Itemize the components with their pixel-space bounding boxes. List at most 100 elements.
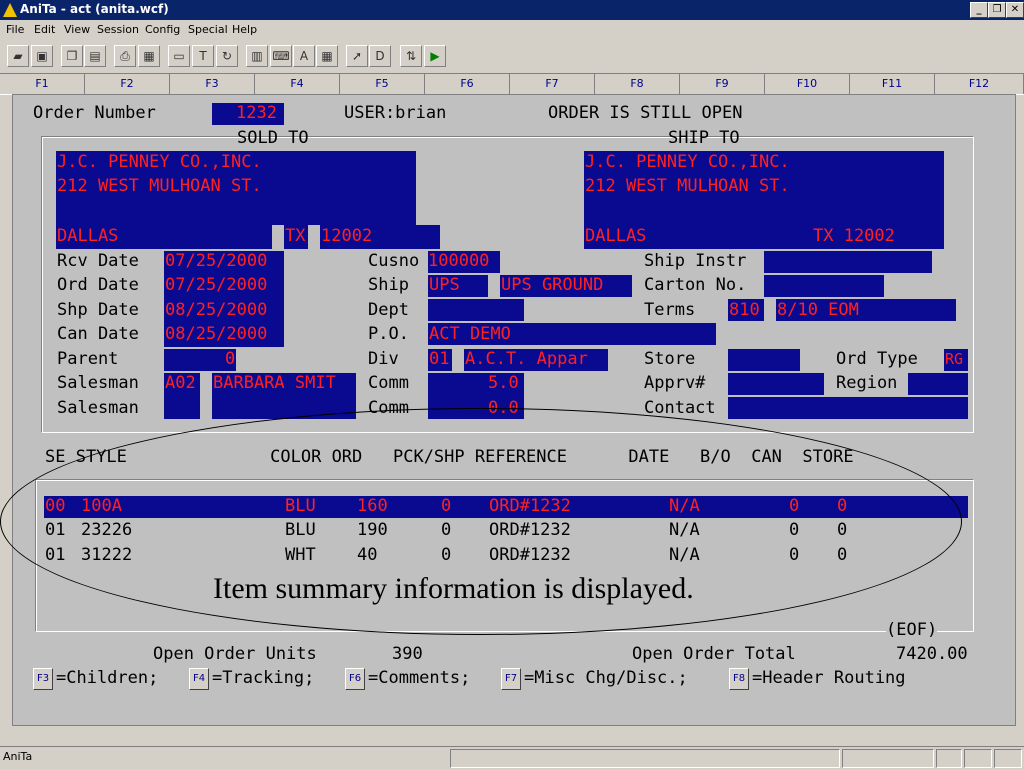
salesman-label: Salesman <box>57 373 139 393</box>
sold-to-zip: 12002 <box>321 226 373 246</box>
keyboard-icon[interactable]: ⌨ <box>270 45 292 67</box>
ship-desc: UPS GROUND <box>501 275 604 295</box>
order-number-label: Order Number <box>33 103 156 123</box>
ship-to-address: 212 WEST MULHOAN ST. <box>585 176 790 196</box>
order-number-value: 1232 <box>236 103 277 123</box>
copy-icon[interactable]: ❐ <box>61 45 83 67</box>
rcv-date-label: Rcv Date <box>57 251 139 271</box>
store-field[interactable] <box>728 349 800 371</box>
fkey-f1[interactable]: F1 <box>0 74 85 94</box>
fkey-f3[interactable]: F3 <box>170 74 255 94</box>
eof-marker: (EOF) <box>886 619 938 641</box>
save-icon[interactable]: ▣ <box>31 45 53 67</box>
screen-icon[interactable]: ▭ <box>168 45 190 67</box>
text-icon[interactable]: T <box>192 45 214 67</box>
ship-to-state-zip: TX 12002 <box>813 226 895 246</box>
fkey-f12[interactable]: F12 <box>935 74 1024 94</box>
f3-key-help: =Children; <box>56 668 159 688</box>
grid-icon[interactable]: ▦ <box>316 45 338 67</box>
ship-label: Ship <box>368 275 409 295</box>
callout-text: Item summary information is displayed. <box>213 572 694 605</box>
sold-to-state: TX <box>285 226 306 246</box>
fkey-f4[interactable]: F4 <box>255 74 340 94</box>
terms-code: 810 <box>729 300 760 320</box>
f8-key-button[interactable]: F8 <box>729 668 749 690</box>
font-icon[interactable]: A <box>293 45 315 67</box>
menu-edit[interactable]: Edit <box>34 23 55 36</box>
region-label: Region <box>836 373 898 393</box>
ord-date-value: 07/25/2000 <box>165 275 268 295</box>
function-key-bar: F1 F2 F3 F4 F5 F6 F7 F8 F9 F10 F11 F12 <box>0 73 1024 95</box>
menu-view[interactable]: View <box>64 23 90 36</box>
f3-key-button[interactable]: F3 <box>33 668 53 690</box>
paste-icon[interactable]: ▤ <box>84 45 106 67</box>
pointer-icon[interactable]: ➚ <box>346 45 368 67</box>
refresh-icon[interactable]: ↻ <box>216 45 238 67</box>
open-folder-icon[interactable]: ▰ <box>7 45 29 67</box>
menu-session[interactable]: Session <box>97 23 139 36</box>
store-label: Store <box>644 349 696 369</box>
status-panel <box>994 749 1022 768</box>
print-setup-icon[interactable]: ▦ <box>138 45 160 67</box>
dept-field[interactable] <box>428 299 524 321</box>
f7-key-button[interactable]: F7 <box>501 668 521 690</box>
menu-help[interactable]: Help <box>232 23 257 36</box>
ship-instr-field[interactable] <box>764 251 932 273</box>
ship-code: UPS <box>429 275 460 295</box>
maximize-button[interactable]: ❐ <box>988 2 1006 18</box>
salesman-code: A02 <box>165 373 196 393</box>
status-bar: AniTa <box>0 746 1024 769</box>
menu-file[interactable]: File <box>6 23 24 36</box>
f7-key-help: =Misc Chg/Disc.; <box>524 668 688 688</box>
minimize-button[interactable]: _ <box>970 2 988 18</box>
carton-field[interactable] <box>764 275 884 297</box>
ord-date-label: Ord Date <box>57 275 139 295</box>
sold-to-name: J.C. PENNEY CO.,INC. <box>57 152 262 172</box>
f6-key-button[interactable]: F6 <box>345 668 365 690</box>
fkey-f8[interactable]: F8 <box>595 74 680 94</box>
comm-value: 5.0 <box>488 373 519 393</box>
po-value: ACT DEMO <box>429 324 511 344</box>
can-date-value: 08/25/2000 <box>165 324 268 344</box>
fkey-f11[interactable]: F11 <box>850 74 935 94</box>
open-units-label: Open Order Units <box>153 644 317 664</box>
app-icon <box>3 3 17 17</box>
comm-label: Comm <box>368 373 409 393</box>
user-label: USER:brian <box>344 103 447 123</box>
menu-config[interactable]: Config <box>145 23 180 36</box>
status-panel <box>964 749 992 768</box>
cusno-label: Cusno <box>368 251 420 271</box>
fkey-f10[interactable]: F10 <box>765 74 850 94</box>
fkey-f2[interactable]: F2 <box>85 74 170 94</box>
apprv-field[interactable] <box>728 373 824 395</box>
fkey-f7[interactable]: F7 <box>510 74 595 94</box>
f4-key-help: =Tracking; <box>212 668 315 688</box>
fkey-f9[interactable]: F9 <box>680 74 765 94</box>
sold-to-address: 212 WEST MULHOAN ST. <box>57 176 262 196</box>
f8-key-help: =Header Routing <box>752 668 906 688</box>
contact-field[interactable] <box>728 397 968 419</box>
can-date-label: Can Date <box>57 324 139 344</box>
transfer-icon[interactable]: ⇅ <box>400 45 422 67</box>
terms-label: Terms <box>644 300 696 320</box>
region-field[interactable] <box>908 373 968 395</box>
play-icon[interactable]: ▶ <box>424 45 446 67</box>
sold-to-city: DALLAS <box>57 226 119 246</box>
status-panel <box>936 749 962 768</box>
terminal-icon[interactable]: ▥ <box>246 45 268 67</box>
f4-key-button[interactable]: F4 <box>189 668 209 690</box>
fkey-f6[interactable]: F6 <box>425 74 510 94</box>
menu-special[interactable]: Special <box>188 23 228 36</box>
order-status: ORDER IS STILL OPEN <box>548 103 743 123</box>
close-button[interactable]: ✕ <box>1006 2 1024 18</box>
ord-type-label: Ord Type <box>836 349 918 369</box>
print-icon[interactable]: ⎙ <box>114 45 136 67</box>
shp-date-label: Shp Date <box>57 300 139 320</box>
open-units-value: 390 <box>392 644 423 664</box>
div-code: 01 <box>429 349 450 369</box>
fkey-f5[interactable]: F5 <box>340 74 425 94</box>
dos-icon[interactable]: D <box>369 45 391 67</box>
salesman-name: BARBARA SMIT <box>213 373 336 393</box>
title-bar[interactable]: AniTa - act (anita.wcf) _ ❐ ✕ <box>0 0 1024 20</box>
menu-bar: File Edit View Session Config Special He… <box>0 20 1024 40</box>
